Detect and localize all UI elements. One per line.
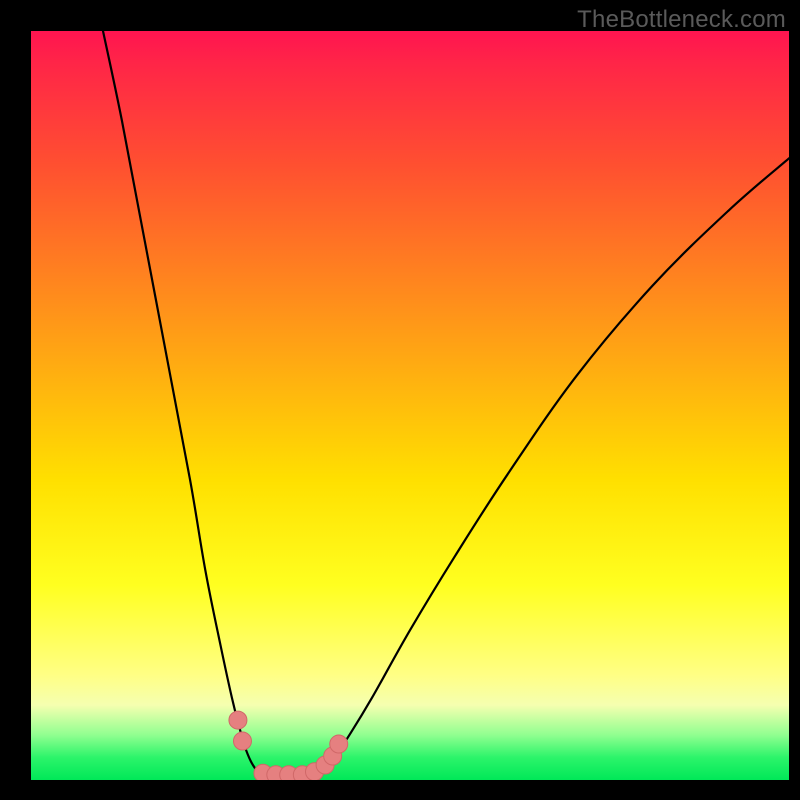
marker-point [229, 711, 247, 729]
curve-group [103, 31, 789, 776]
bottleneck-curve-svg [31, 31, 789, 780]
chart-frame: TheBottleneck.com [0, 0, 800, 800]
watermark-text: TheBottleneck.com [577, 6, 786, 34]
bottleneck-curve [103, 31, 789, 776]
marker-group [229, 711, 348, 780]
marker-point [233, 732, 251, 750]
marker-point [330, 735, 348, 753]
plot-area [31, 31, 789, 780]
